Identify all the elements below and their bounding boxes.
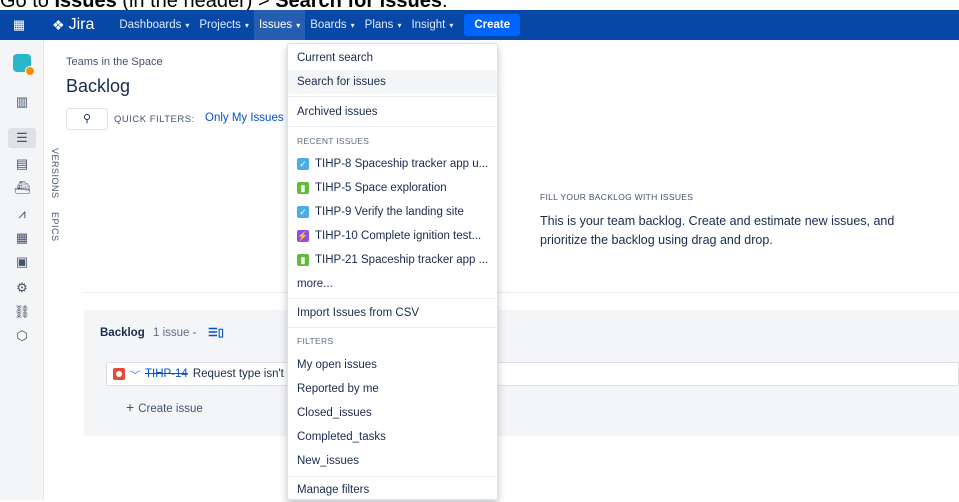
notification-dot xyxy=(25,66,35,76)
only-my-issues-filter[interactable]: Only My Issues xyxy=(205,112,284,124)
nav-plans[interactable]: Plans ▾ xyxy=(360,10,407,40)
story-icon: ▮ xyxy=(297,254,309,266)
jira-logo-icon: ❖ xyxy=(52,16,65,33)
divider xyxy=(84,292,959,293)
filters-header: FILTERS xyxy=(297,336,334,346)
calendar-icon[interactable]: ▦ xyxy=(12,228,32,248)
search-button[interactable]: ⚲ xyxy=(66,108,108,130)
components-icon[interactable]: ⚙ xyxy=(12,278,32,298)
filter-closed-issues[interactable]: Closed_issues xyxy=(288,401,497,425)
backlog-panel: Backlog 1 issue - ☰▯ ﹀ TIHP-14 Request t… xyxy=(84,310,959,436)
chevron-down-icon: ▾ xyxy=(350,20,355,30)
bug-icon xyxy=(113,368,125,380)
nav-boards[interactable]: Boards ▾ xyxy=(305,10,359,40)
menu-divider xyxy=(288,298,497,299)
task-icon: ✓ xyxy=(297,158,309,170)
project-avatar[interactable] xyxy=(13,54,35,76)
backlog-list-icon[interactable]: ☰▯ xyxy=(208,326,224,339)
backlog-count: 1 issue - xyxy=(153,327,197,339)
issues-icon[interactable]: ▣ xyxy=(12,252,32,272)
recent-issue-item[interactable]: ✓ TIHP-9 Verify the landing site xyxy=(288,200,497,224)
menu-divider xyxy=(288,327,497,328)
instruction-caption: Go to Issues (in the header) > Search fo… xyxy=(0,0,959,10)
code-icon[interactable]: ⛓ xyxy=(12,302,32,322)
project-sidebar: ▥ ☰ ▤ ⛴ ⩘ ▦ ▣ ⚙ ⛓ ⬡ xyxy=(0,40,44,500)
search-icon: ⚲ xyxy=(82,113,92,125)
recent-issue-item[interactable]: ▮ TIHP-5 Space exploration xyxy=(288,176,497,200)
apps-grid-icon[interactable]: ▦ xyxy=(0,17,38,33)
quick-filters-label: QUICK FILTERS: xyxy=(114,114,195,125)
page-title: Backlog xyxy=(66,76,131,96)
recent-issue-item[interactable]: ✓ TIHP-8 Spaceship tracker app u... xyxy=(288,152,497,176)
menu-divider xyxy=(288,126,497,127)
menu-item-archived-issues[interactable]: Archived issues xyxy=(288,100,497,124)
chevron-down-icon: ▾ xyxy=(449,20,454,30)
story-icon: ▮ xyxy=(297,182,309,194)
issues-dropdown-menu: Current search Search for issues Archive… xyxy=(287,43,498,500)
menu-item-current-search[interactable]: Current search xyxy=(288,46,497,70)
recent-issue-item[interactable]: ⚡ TIHP-10 Complete ignition test... xyxy=(288,224,497,248)
recent-issues-header: RECENT ISSUES xyxy=(297,136,370,146)
menu-item-import-csv[interactable]: Import Issues from CSV xyxy=(288,301,497,325)
backlog-title: Backlog xyxy=(100,327,145,339)
issue-summary: Request type isn't xyxy=(192,368,284,380)
table-row[interactable]: ﹀ TIHP-14 Request type isn't xyxy=(106,362,959,386)
filter-reported-by-me[interactable]: Reported by me xyxy=(288,377,497,401)
top-navigation: ▦ ❖ Jira Dashboards ▾ Projects ▾ Issues ▾ B… xyxy=(0,10,959,40)
task-icon: ✓ xyxy=(297,206,309,218)
active-sprints-icon[interactable]: ▤ xyxy=(12,154,32,174)
chevron-down-icon: ▾ xyxy=(397,20,402,30)
menu-divider xyxy=(288,476,497,477)
menu-item-search-for-issues[interactable]: Search for issues xyxy=(288,70,497,94)
tab-versions[interactable]: VERSIONS xyxy=(50,148,60,199)
create-button[interactable]: Create xyxy=(464,14,521,36)
jira-logo[interactable]: ❖ Jira xyxy=(52,16,94,34)
releases-icon[interactable]: ⛴ xyxy=(12,178,32,198)
filter-new-issues[interactable]: New_issues xyxy=(288,449,497,473)
plus-icon: + xyxy=(126,399,135,415)
filter-my-open-issues[interactable]: My open issues xyxy=(288,353,497,377)
issue-key[interactable]: TIHP-14 xyxy=(145,368,188,380)
chevron-down-icon: ▾ xyxy=(244,20,249,30)
menu-divider xyxy=(288,96,497,97)
board-icon[interactable]: ▥ xyxy=(12,92,32,112)
create-issue-button[interactable]: + Create issue xyxy=(126,399,203,415)
empty-state-description: This is your team backlog. Create and es… xyxy=(540,214,895,247)
backlog-icon[interactable]: ☰ xyxy=(8,128,36,148)
nav-dashboards[interactable]: Dashboards ▾ xyxy=(114,10,194,40)
empty-state-title: FILL YOUR BACKLOG WITH ISSUES xyxy=(540,192,694,202)
nav-issues[interactable]: Issues ▾ xyxy=(253,10,306,40)
priority-low-icon: ﹀ xyxy=(130,370,140,382)
filter-completed-tasks[interactable]: Completed_tasks xyxy=(288,425,497,449)
tab-epics[interactable]: EPICS xyxy=(50,212,60,242)
reports-icon[interactable]: ⩘ xyxy=(12,204,32,224)
menu-item-more[interactable]: more... xyxy=(288,272,497,296)
settings-icon[interactable]: ⬡ xyxy=(12,326,32,346)
recent-issue-item[interactable]: ▮ TIHP-21 Spaceship tracker app ... xyxy=(288,248,497,272)
breadcrumb[interactable]: Teams in the Space xyxy=(66,56,163,68)
epic-icon: ⚡ xyxy=(297,230,309,242)
nav-projects[interactable]: Projects ▾ xyxy=(194,10,254,40)
chevron-down-icon: ▾ xyxy=(296,20,301,30)
menu-item-manage-filters[interactable]: Manage filters xyxy=(288,478,497,502)
chevron-down-icon: ▾ xyxy=(185,20,190,30)
nav-insight[interactable]: Insight ▾ xyxy=(406,10,458,40)
